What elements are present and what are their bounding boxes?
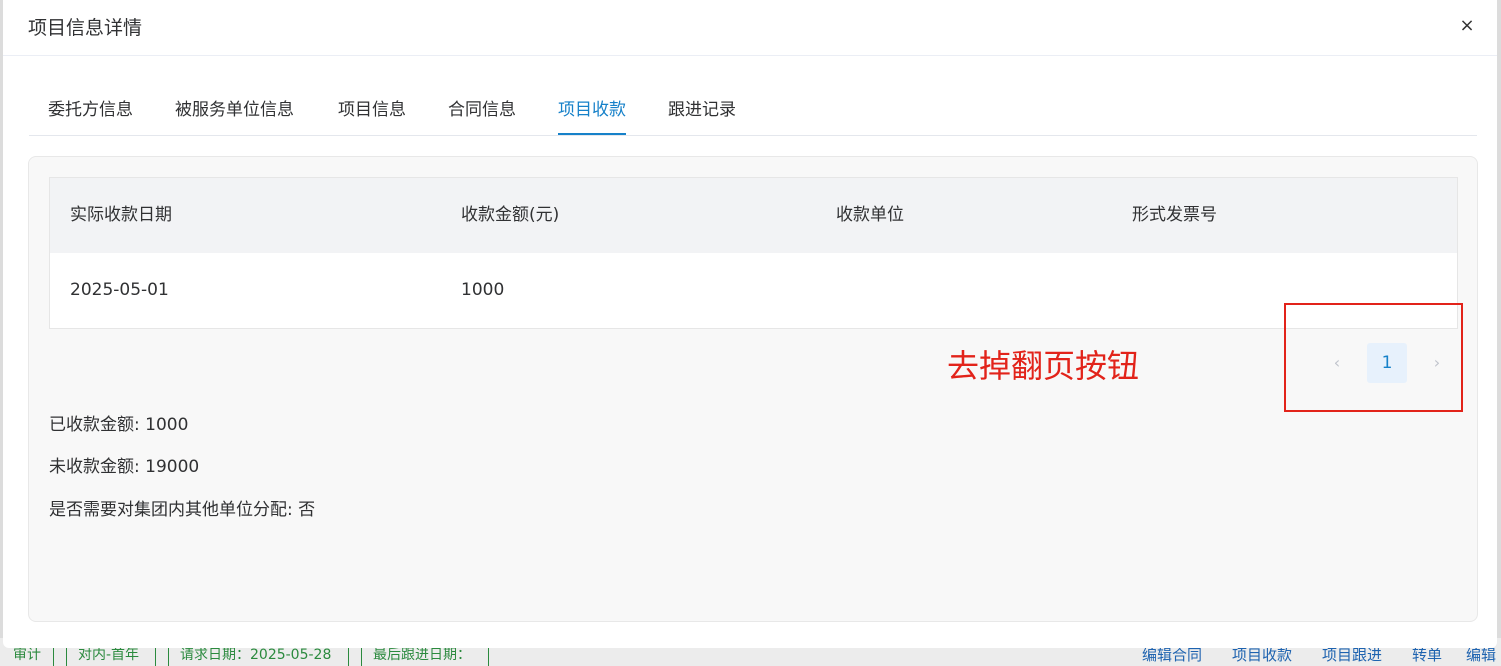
tab-client-info[interactable]: 委托方信息 bbox=[48, 88, 133, 133]
column-header-payee-unit: 收款单位 bbox=[836, 205, 904, 225]
tab-followup-records[interactable]: 跟进记录 bbox=[668, 88, 736, 133]
dialog-title: 项目信息详情 bbox=[28, 17, 143, 39]
column-header-actual-date: 实际收款日期 bbox=[70, 205, 172, 225]
annotation-highlight-box bbox=[1284, 303, 1463, 412]
tab-bar: 委托方信息 被服务单位信息 项目信息 合同信息 项目收款 跟进记录 bbox=[29, 88, 1477, 136]
column-header-invoice-number: 形式发票号 bbox=[1132, 205, 1217, 225]
table-header: 实际收款日期 收款金额(元) 收款单位 形式发票号 bbox=[50, 178, 1457, 254]
cell-actual-date: 2025-05-01 bbox=[70, 280, 169, 300]
tab-served-unit-info[interactable]: 被服务单位信息 bbox=[175, 88, 294, 133]
project-detail-dialog: 项目信息详情 × 委托方信息 被服务单位信息 项目信息 合同信息 项目收款 跟进… bbox=[3, 0, 1497, 648]
column-header-amount: 收款金额(元) bbox=[461, 205, 560, 225]
dialog-header: 项目信息详情 × bbox=[3, 0, 1497, 56]
payment-panel: 实际收款日期 收款金额(元) 收款单位 形式发票号 2025-05-01 100… bbox=[28, 156, 1478, 622]
received-amount: 已收款金额: 1000 bbox=[49, 415, 189, 435]
close-icon[interactable]: × bbox=[1455, 12, 1479, 40]
tab-project-payment[interactable]: 项目收款 bbox=[558, 88, 626, 135]
annotation-note: 去掉翻页按钮 bbox=[947, 347, 1140, 385]
background-page-edge-right bbox=[1497, 0, 1501, 638]
allocation-flag: 是否需要对集团内其他单位分配: 否 bbox=[49, 500, 316, 520]
tab-project-info[interactable]: 项目信息 bbox=[338, 88, 406, 133]
tab-contract-info[interactable]: 合同信息 bbox=[448, 88, 516, 133]
cell-amount: 1000 bbox=[461, 280, 505, 300]
unreceived-amount: 未收款金额: 19000 bbox=[49, 457, 200, 477]
payment-table: 实际收款日期 收款金额(元) 收款单位 形式发票号 2025-05-01 100… bbox=[49, 177, 1458, 329]
table-row: 2025-05-01 1000 bbox=[50, 253, 1457, 328]
